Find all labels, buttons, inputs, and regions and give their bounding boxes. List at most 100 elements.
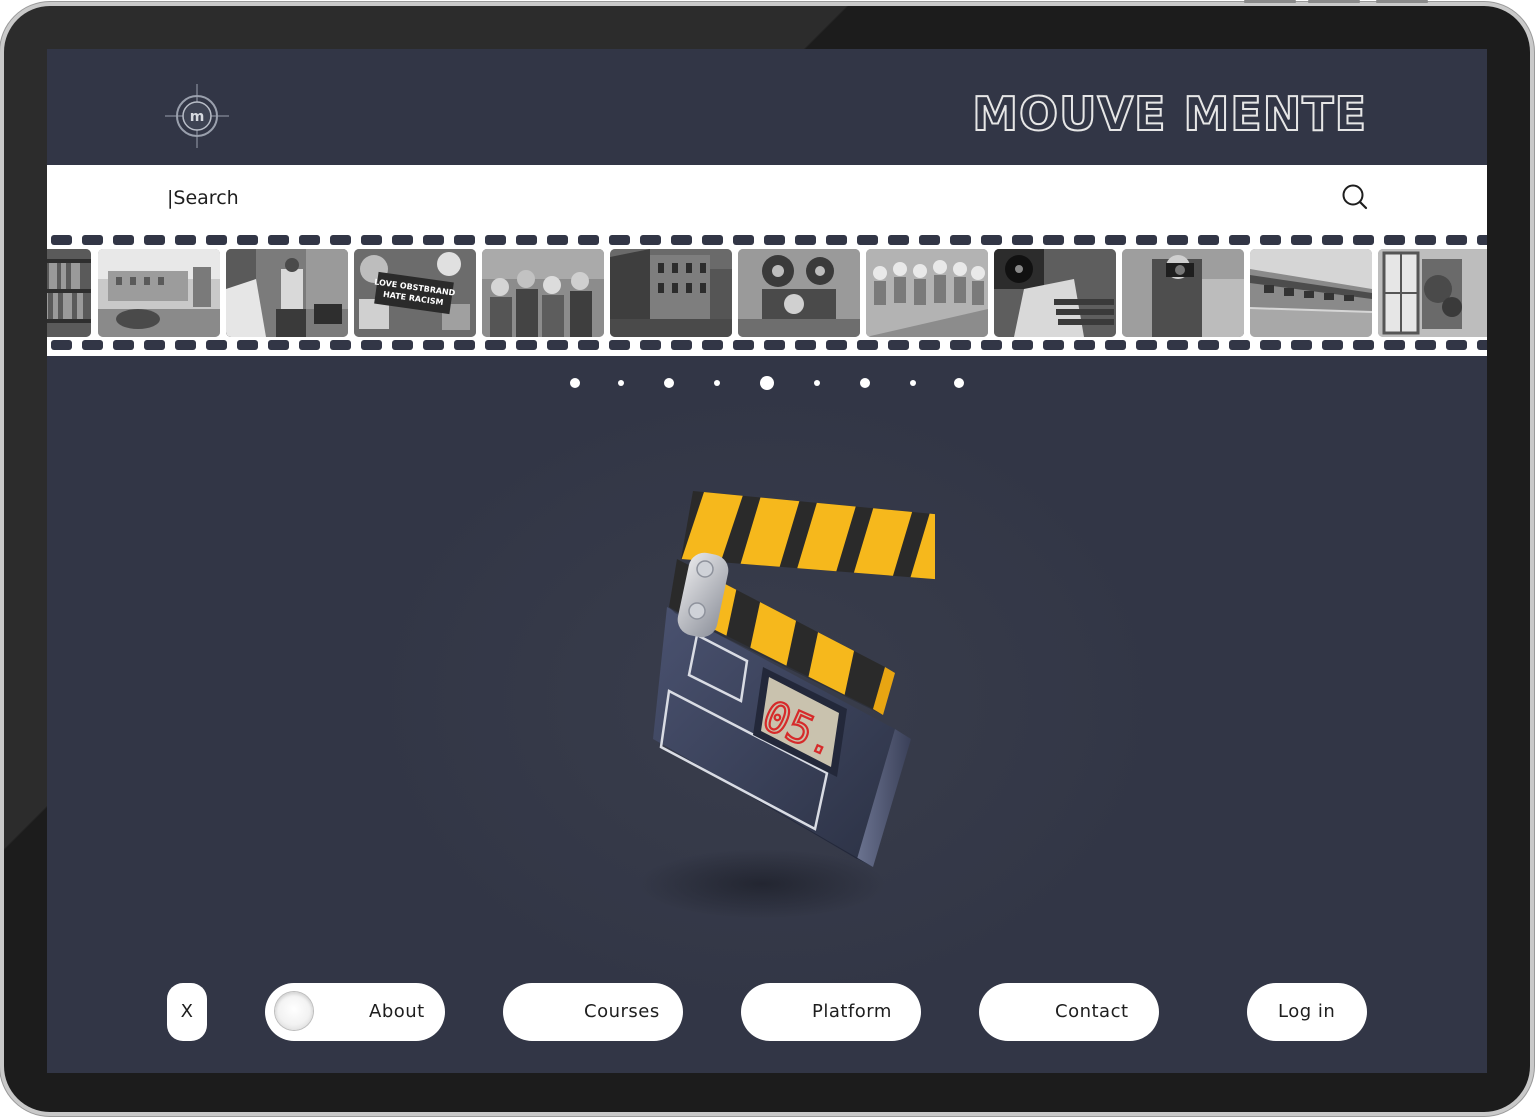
platform-button[interactable]: Platform [741,983,921,1041]
film-perforation [1260,235,1281,245]
film-perforation [1136,235,1157,245]
film-perforation [764,235,785,245]
film-perforation [1012,235,1033,245]
film-frame-canal-buildings[interactable] [610,249,732,337]
carousel-dot[interactable] [910,380,916,386]
film-perforation [981,235,1002,245]
about-label: About [369,1001,425,1022]
carousel-dot[interactable] [954,378,964,388]
film-perforation [1322,340,1343,350]
carousel-dot[interactable] [860,378,870,388]
film-frame-sticker-wall[interactable]: LOVE OBSTBRAND HATE RACISM [354,249,476,337]
brand-name: MOUVE MENTE [971,86,1367,142]
film-perforation [857,235,878,245]
perforation-row-bottom [51,340,1487,350]
film-frame-vintage-car-street[interactable] [98,249,220,337]
film-frames: LOVE OBSTBRAND HATE RACISM [47,249,1487,337]
film-perforation [1198,235,1219,245]
login-button[interactable]: Log in [1247,983,1367,1041]
film-perforation [547,235,568,245]
film-perforation [1074,235,1095,245]
film-perforation [1291,340,1312,350]
search-icon[interactable] [1341,183,1369,211]
film-perforation [640,340,661,350]
courses-button[interactable]: Courses [503,983,683,1041]
film-perforation [857,340,878,350]
film-frame-street-crowd-newspaper[interactable] [226,249,348,337]
film-perforation [1136,340,1157,350]
film-perforation [1477,235,1487,245]
film-frame-train-platform[interactable] [1250,249,1372,337]
film-perforation [795,340,816,350]
film-perforation [919,235,940,245]
film-perforation [361,235,382,245]
film-frame-bookshelf[interactable] [47,249,91,337]
film-perforation [113,340,134,350]
film-perforation [237,340,258,350]
courses-label: Courses [584,1001,660,1022]
film-perforation [299,340,320,350]
film-perforation [361,340,382,350]
search-input[interactable] [165,181,669,215]
film-perforation [268,340,289,350]
film-perforation [1477,340,1487,350]
hardware-buttons [1240,0,1440,3]
carousel-dots [47,375,1487,391]
film-perforation [1415,340,1436,350]
film-perforation [299,235,320,245]
film-perforation [1043,340,1064,350]
film-perforation [1105,235,1126,245]
film-perforation [175,340,196,350]
contact-label: Contact [1055,1001,1129,1022]
film-perforation [950,340,971,350]
film-frame-greenhouse-door[interactable] [1378,249,1487,337]
bottom-nav: X About Courses Platform Contact Log in [47,983,1487,1043]
close-label: X [180,1001,194,1022]
film-perforation [733,340,754,350]
film-perforation [702,340,723,350]
film-perforation [144,235,165,245]
power-button [1376,0,1428,3]
film-perforation [578,235,599,245]
film-perforation [1446,235,1467,245]
film-perforation [144,340,165,350]
perforation-row-top [51,235,1487,245]
logo-icon[interactable]: m [165,84,229,148]
film-frame-photographer-camera[interactable] [1122,249,1244,337]
film-perforation [1074,340,1095,350]
film-perforation [1291,235,1312,245]
film-perforation [578,340,599,350]
film-perforation [485,235,506,245]
film-perforation [1322,235,1343,245]
film-perforation [1012,340,1033,350]
carousel-dot[interactable] [618,380,624,386]
carousel-dot[interactable] [714,380,720,386]
film-perforation [702,235,723,245]
film-perforation [516,235,537,245]
film-perforation [1167,235,1188,245]
film-perforation [51,340,72,350]
film-perforation [764,340,785,350]
film-perforation [1167,340,1188,350]
film-perforation [51,235,72,245]
film-perforation [1229,340,1250,350]
film-perforation [1229,235,1250,245]
film-perforation [888,235,909,245]
carousel-dot[interactable] [570,378,580,388]
film-perforation [82,235,103,245]
toggle-knob[interactable] [275,992,313,1030]
contact-button[interactable]: Contact [979,983,1159,1041]
film-frame-crowd-cheering[interactable] [482,249,604,337]
film-frame-vinyl-records[interactable] [994,249,1116,337]
film-frame-film-projector[interactable] [738,249,860,337]
film-perforation [609,340,630,350]
carousel-dot[interactable] [814,380,820,386]
close-button[interactable]: X [167,983,207,1041]
carousel-dot[interactable] [760,376,774,390]
about-button[interactable]: About [265,983,445,1041]
film-frame-dancers-row[interactable] [866,249,988,337]
logo-letter: m [190,109,205,125]
volume-up-button [1244,0,1296,3]
carousel-dot[interactable] [664,378,674,388]
film-perforation [1353,235,1374,245]
